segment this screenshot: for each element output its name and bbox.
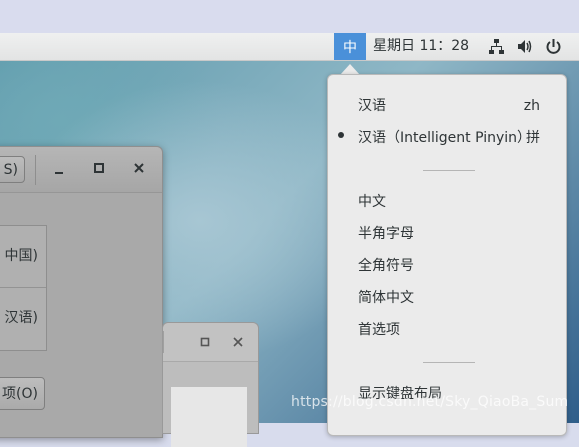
- top-panel: 中 星期日 11：28: [0, 33, 579, 61]
- list-item[interactable]: 汉语): [0, 288, 46, 349]
- clock[interactable]: 星期日 11：28: [373, 33, 469, 60]
- maximize-icon[interactable]: [200, 337, 210, 347]
- header-button[interactable]: S): [0, 156, 25, 183]
- volume-icon[interactable]: [516, 38, 533, 55]
- top-band: [0, 0, 579, 33]
- input-method-menu: 汉语 zh 汉语（Intelligent Pinyin） 拼 中文 半角字母 全…: [327, 74, 567, 436]
- window-header: S): [0, 147, 162, 193]
- power-icon[interactable]: [545, 38, 562, 55]
- input-source-list: 中国) 汉语): [0, 225, 47, 351]
- watermark: https://blog.csdn.net/Sky_QiaoBa_Sum: [291, 394, 569, 410]
- window-content: [171, 387, 247, 447]
- close-icon[interactable]: [233, 337, 243, 347]
- settings-window: S) 中国) 汉语) 项(O): [0, 146, 163, 438]
- minimize-icon[interactable]: [53, 165, 65, 175]
- window-header: [163, 323, 258, 362]
- menu-separator: [423, 170, 475, 171]
- selected-indicator: [338, 132, 344, 138]
- network-icon[interactable]: [488, 38, 505, 55]
- menu-item-intelligent-pinyin[interactable]: 汉语（Intelligent Pinyin）: [358, 126, 531, 150]
- menu-item-chinese[interactable]: 汉语: [358, 94, 386, 118]
- menu-item-preferences[interactable]: 首选项: [358, 318, 400, 342]
- menu-item-option[interactable]: 半角字母: [358, 222, 414, 246]
- input-method-indicator[interactable]: 中: [334, 33, 366, 60]
- header-separator: [35, 155, 36, 185]
- maximize-icon[interactable]: [93, 162, 105, 174]
- menu-item-shortcut: 拼: [526, 130, 540, 146]
- options-button[interactable]: 项(O): [0, 377, 45, 410]
- close-icon[interactable]: [133, 162, 145, 174]
- menu-item-option[interactable]: 中文: [358, 190, 386, 214]
- secondary-window: [162, 322, 259, 447]
- menu-separator: [423, 362, 475, 363]
- menu-item-option[interactable]: 简体中文: [358, 286, 414, 310]
- menu-item-shortcut: zh: [523, 98, 540, 114]
- menu-item-option[interactable]: 全角符号: [358, 254, 414, 278]
- list-item[interactable]: 中国): [0, 226, 46, 287]
- header-separator: [163, 331, 164, 353]
